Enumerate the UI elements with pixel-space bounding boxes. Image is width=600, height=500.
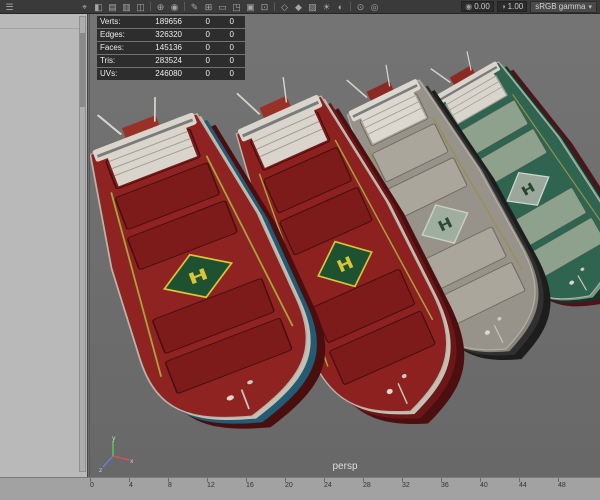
toolbar-separator xyxy=(150,2,151,11)
bookmarks-icon[interactable]: ▥ xyxy=(120,1,133,13)
gate-mask-icon[interactable]: ▣ xyxy=(244,1,257,13)
view-transform-select[interactable]: sRGB gamma ▾ xyxy=(530,0,597,13)
hud-v2: 0 xyxy=(205,43,210,52)
hud-v3: 0 xyxy=(229,43,234,52)
hud-label: Verts: xyxy=(100,17,121,26)
hud-label: Faces: xyxy=(100,43,125,52)
hud-v1: 326320 xyxy=(155,30,182,39)
timeline-tick[interactable]: 32 xyxy=(402,478,441,500)
exposure-field[interactable]: ◉ 0.00 xyxy=(461,1,494,12)
x-axis xyxy=(112,455,130,461)
toolbar-icon-group: ☰ ⌖ ◧ ▤ ▥ ◫ ⊕ ◉ ✎ ⊞ ▭ ◳ ▣ ⊡ ◇ ◆ ▨ ☀ ◐ ⊙ ◎ xyxy=(3,1,381,13)
isolate-select-icon[interactable]: ◎ xyxy=(368,1,381,13)
shadows-icon[interactable]: ◐ xyxy=(334,1,347,13)
hud-stat-row: Tris: 283524 0 0 xyxy=(97,55,245,67)
xray-icon[interactable]: ⊙ xyxy=(354,1,367,13)
timeline-tick[interactable]: 20 xyxy=(285,478,324,500)
viewport-toolbar: ☰ ⌖ ◧ ▤ ▥ ◫ ⊕ ◉ ✎ ⊞ ▭ ◳ ▣ ⊡ ◇ ◆ ▨ ☀ ◐ ⊙ ◎ ◉ 0.00 ◑ 1.00 sRGB… xyxy=(0,0,600,14)
lighting-icon[interactable]: ☀ xyxy=(320,1,333,13)
view-axis-gizmo: y x z xyxy=(99,435,134,473)
timeline-tick[interactable]: 28 xyxy=(363,478,402,500)
panel-scrollbar[interactable] xyxy=(79,16,86,472)
timeline-tick[interactable]: 8 xyxy=(168,478,207,500)
2d-pan-zoom-icon[interactable]: ⊕ xyxy=(154,1,167,13)
toolbar-separator xyxy=(274,2,275,11)
y-axis-label: y xyxy=(112,435,116,442)
hud-label: UVs: xyxy=(100,69,118,78)
hud-stat-row: Faces: 145136 0 0 xyxy=(97,42,245,54)
maya-viewport-window: ☰ ⌖ ◧ ▤ ▥ ◫ ⊕ ◉ ✎ ⊞ ▭ ◳ ▣ ⊡ ◇ ◆ ▨ ☀ ◐ ⊙ ◎ ◉ 0.00 ◑ 1.00 sRGB… xyxy=(0,0,600,500)
hud-v2: 0 xyxy=(205,69,210,78)
grease-pencil-icon[interactable]: ✎ xyxy=(188,1,201,13)
panel-divider xyxy=(0,28,87,29)
timeline-tick[interactable]: 16 xyxy=(246,478,285,500)
timeline-tick[interactable]: 12 xyxy=(207,478,246,500)
hud-v1: 283524 xyxy=(155,56,182,65)
hud-v2: 0 xyxy=(205,17,210,26)
exposure-icon: ◉ xyxy=(465,2,473,11)
toolbar-right-group: ◉ 0.00 ◑ 1.00 sRGB gamma ▾ xyxy=(461,0,597,13)
poly-count-hud: Verts: 189656 0 0 Edges: 326320 0 0 Faces: 145136… xyxy=(97,16,245,80)
lock-camera-icon[interactable]: ◧ xyxy=(92,1,105,13)
ship-mast xyxy=(236,92,261,115)
shaded-icon[interactable]: ◆ xyxy=(292,1,305,13)
hud-v3: 0 xyxy=(229,69,234,78)
oversampling-icon[interactable]: ◉ xyxy=(168,1,181,13)
ruler-ticks: 0 4 8 12 16 20 24 28 32 36 40 44 48 xyxy=(90,478,597,500)
x-axis-label: x xyxy=(130,458,134,465)
z-axis-label: z xyxy=(99,467,102,473)
viewport-3d[interactable]: HHHH Verts: 189656 0 0 Edges: 326320 0 0 Faces: 1… xyxy=(89,14,600,477)
side-panel xyxy=(0,14,88,477)
hud-v3: 0 xyxy=(229,17,234,26)
timeline-tick[interactable]: 48 xyxy=(558,478,597,500)
resolution-gate-icon[interactable]: ◳ xyxy=(230,1,243,13)
hud-v1: 189656 xyxy=(155,17,182,26)
gamma-field[interactable]: ◑ 1.00 xyxy=(496,1,528,12)
ship-mast xyxy=(430,68,451,84)
film-gate-icon[interactable]: ▭ xyxy=(216,1,229,13)
image-plane-icon[interactable]: ◫ xyxy=(134,1,147,13)
select-camera-icon[interactable]: ⌖ xyxy=(78,1,91,13)
timeline-tick[interactable]: 24 xyxy=(324,478,363,500)
ship-mast xyxy=(96,114,123,136)
hud-v3: 0 xyxy=(229,56,234,65)
z-axis xyxy=(102,455,114,468)
hud-v1: 246080 xyxy=(155,69,182,78)
hud-stat-row: UVs: 246080 0 0 xyxy=(97,68,245,80)
gamma-icon: ◑ xyxy=(500,2,506,11)
timeline-tick[interactable]: 4 xyxy=(129,478,168,500)
timeline-tick[interactable]: 40 xyxy=(480,478,519,500)
hud-label: Edges: xyxy=(100,30,125,39)
timeline-tick[interactable]: 44 xyxy=(519,478,558,500)
timeline-tick[interactable]: 0 xyxy=(90,478,129,500)
toolbar-separator xyxy=(184,2,185,11)
textured-icon[interactable]: ▨ xyxy=(306,1,319,13)
timeline-tick[interactable]: 36 xyxy=(441,478,480,500)
hud-stat-row: Verts: 189656 0 0 xyxy=(97,16,245,28)
gamma-value: 1.00 xyxy=(507,2,524,11)
ship-mast xyxy=(346,79,368,99)
view-transform-label: sRGB gamma xyxy=(535,2,586,11)
camera-attributes-icon[interactable]: ▤ xyxy=(106,1,119,13)
field-chart-icon[interactable]: ⊡ xyxy=(258,1,271,13)
time-ruler[interactable]: 0 4 8 12 16 20 24 28 32 36 40 44 48 xyxy=(0,477,600,500)
wireframe-icon[interactable]: ◇ xyxy=(278,1,291,13)
scrollbar-thumb[interactable] xyxy=(80,33,85,107)
main-area: HHHH Verts: 189656 0 0 Edges: 326320 0 0 Faces: 1… xyxy=(0,14,600,477)
exposure-value: 0.00 xyxy=(474,2,490,11)
hud-v3: 0 xyxy=(229,30,234,39)
toolbar-separator xyxy=(350,2,351,11)
hud-stat-row: Edges: 326320 0 0 xyxy=(97,29,245,41)
grid-icon[interactable]: ⊞ xyxy=(202,1,215,13)
hud-v1: 145136 xyxy=(155,43,182,52)
hud-v2: 0 xyxy=(205,30,210,39)
scene-canvas[interactable]: HHHH xyxy=(90,14,600,477)
hud-v2: 0 xyxy=(205,56,210,65)
hud-label: Tris: xyxy=(100,56,116,65)
chevron-down-icon: ▾ xyxy=(588,3,592,11)
camera-label: persp xyxy=(332,461,358,472)
panel-menu-icon[interactable]: ☰ xyxy=(3,1,16,13)
